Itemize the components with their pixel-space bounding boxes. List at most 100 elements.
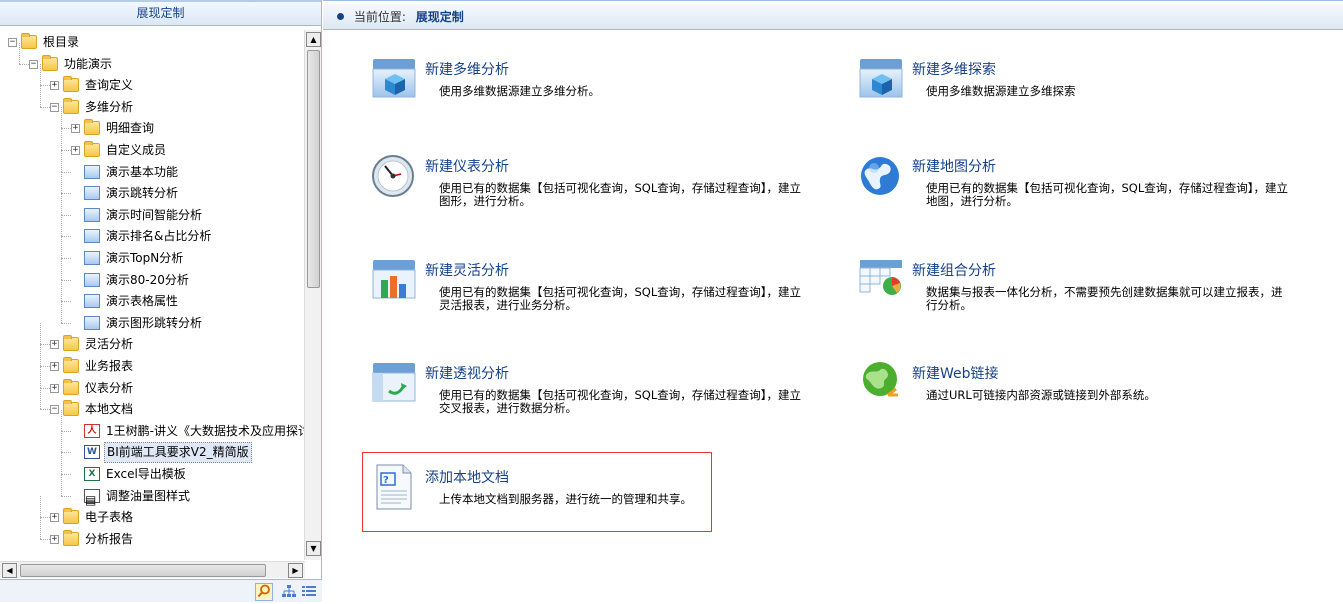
tree-node-label[interactable]: 演示时间智能分析: [104, 205, 204, 226]
tree-node-label[interactable]: 查询定义: [83, 75, 135, 96]
new-web-link-title-link[interactable]: 新建Web链接: [912, 363, 999, 383]
new-map-title-link[interactable]: 新建地图分析: [912, 156, 996, 176]
tree-structure-icon[interactable]: [280, 583, 298, 601]
pivot-icon[interactable]: [371, 359, 419, 407]
scroll-right-arrow-icon[interactable]: ▶: [288, 563, 303, 578]
tree-horizontal-scrollbar[interactable]: ◀ ▶: [0, 561, 305, 578]
tree-node[interactable]: 演示表格属性: [0, 280, 305, 312]
new-pivot-card[interactable]: 新建透视分析 使用已有的数据集【包括可视化查询，SQL查询，存储过程查询】，建立交…: [371, 359, 831, 439]
new-map-card[interactable]: 新建地图分析 使用已有的数据集【包括可视化查询，SQL查询，存储过程查询】，建立地…: [858, 152, 1318, 232]
tree-node[interactable]: − 根目录: [0, 32, 305, 53]
new-combo-card[interactable]: 新建组合分析 数据集与报表一体化分析，不需要预先创建数据集就可以建立报表，进行分析…: [858, 256, 1318, 336]
tree-node-label[interactable]: 自定义成员: [104, 140, 168, 161]
tree-node-label[interactable]: 业务报表: [83, 356, 135, 377]
expand-icon[interactable]: +: [50, 534, 59, 544]
scroll-up-arrow-icon[interactable]: ▲: [306, 32, 321, 47]
tree-node[interactable]: X Excel导出模板: [0, 453, 305, 485]
expand-icon[interactable]: +: [50, 513, 59, 523]
tree-node[interactable]: W BI前端工具要求V2_精简版: [0, 431, 305, 464]
new-flex-title-link[interactable]: 新建灵活分析: [425, 260, 509, 280]
new-flex-card[interactable]: 新建灵活分析 使用已有的数据集【包括可视化查询，SQL查询，存储过程查询】，建立灵…: [371, 256, 831, 336]
table-chart-icon[interactable]: [858, 256, 906, 304]
tree-node[interactable]: + 分析报告: [0, 517, 305, 550]
tree-node-label[interactable]: 根目录: [41, 32, 81, 53]
list-view-icon[interactable]: [300, 583, 318, 601]
collapse-icon[interactable]: −: [8, 38, 17, 47]
tree-node[interactable]: + 业务报表: [0, 345, 305, 377]
tree-node-label[interactable]: 演示图形跳转分析: [104, 313, 204, 334]
tree-node[interactable]: 演示基本功能: [0, 150, 305, 183]
tree-node[interactable]: − 功能演示: [0, 42, 305, 75]
expand-icon[interactable]: +: [71, 124, 80, 134]
expand-icon[interactable]: +: [50, 383, 59, 393]
tree-node[interactable]: + 明细查询: [0, 107, 305, 139]
new-gauge-card[interactable]: 新建仪表分析 使用已有的数据集【包括可视化查询，SQL查询，存储过程查询】，建立图…: [371, 152, 831, 232]
cube-icon[interactable]: [371, 55, 419, 103]
cube-icon[interactable]: [858, 55, 906, 103]
tree-node[interactable]: 演示图形跳转分析: [0, 301, 305, 334]
resource-tree[interactable]: − 根目录 − 功能演示 + 查询定义 − 多维分析 + 明细查询 + 自定义成员 演示基本功能 演示跳转…: [0, 30, 322, 560]
tree-node[interactable]: 演示跳转分析: [0, 172, 305, 204]
expand-icon[interactable]: +: [50, 340, 59, 350]
tree-node-label[interactable]: 演示TopN分析: [104, 248, 185, 269]
tree-node[interactable]: + 电子表格: [0, 496, 305, 528]
tree-node-label[interactable]: 仪表分析: [83, 378, 135, 399]
tree-node[interactable]: − 多维分析: [0, 85, 305, 118]
tree-node[interactable]: 演示时间智能分析: [0, 193, 305, 226]
tree-node-label[interactable]: 演示80-20分析: [104, 270, 191, 291]
scroll-thumb[interactable]: [307, 50, 320, 288]
collapse-icon[interactable]: −: [29, 59, 38, 69]
tree-node[interactable]: − 本地文档: [0, 388, 305, 420]
collapse-icon[interactable]: −: [50, 102, 59, 112]
new-olap-explore-card[interactable]: 新建多维探索 使用多维数据源建立多维探索: [858, 55, 1318, 135]
web-globe-icon[interactable]: [858, 359, 906, 407]
tree-node-label[interactable]: 电子表格: [83, 507, 135, 528]
scroll-down-arrow-icon[interactable]: ▼: [306, 541, 321, 556]
new-web-link-card[interactable]: 新建Web链接 通过URL可链接内部资源或链接到外部系统。: [858, 359, 1318, 439]
tree-node-label[interactable]: 灵活分析: [83, 334, 135, 355]
new-olap-title-link[interactable]: 新建多维分析: [425, 59, 509, 79]
tree-node[interactable]: 演示80-20分析: [0, 258, 305, 291]
tree-node[interactable]: 演示排名&占比分析: [0, 215, 305, 247]
globe-icon[interactable]: [858, 152, 906, 200]
tree-node-label[interactable]: 演示跳转分析: [104, 183, 180, 204]
new-gauge-title-link[interactable]: 新建仪表分析: [425, 156, 509, 176]
tree-node-label[interactable]: 演示表格属性: [104, 291, 180, 312]
tree-node[interactable]: + 查询定义: [0, 64, 305, 96]
tree-node-label[interactable]: 分析报告: [83, 529, 135, 550]
tree-node[interactable]: + 灵活分析: [0, 323, 305, 355]
new-combo-title-link[interactable]: 新建组合分析: [912, 260, 996, 280]
collapse-icon[interactable]: −: [50, 405, 59, 415]
expand-icon[interactable]: +: [50, 362, 59, 371]
tree-node[interactable]: ▤ 调整油量图样式: [0, 474, 305, 507]
new-pivot-title-link[interactable]: 新建透视分析: [425, 363, 509, 383]
tree-node-label[interactable]: 功能演示: [62, 54, 114, 75]
tree-node-label[interactable]: BI前端工具要求V2_精简版: [104, 442, 252, 464]
tree-node-label[interactable]: 1王树鹏-讲义《大数据技术及应用探讨: [104, 421, 312, 442]
bar-chart-icon[interactable]: [371, 256, 419, 304]
new-olap-explore-title-link[interactable]: 新建多维探索: [912, 59, 996, 79]
new-olap-card[interactable]: 新建多维分析 使用多维数据源建立多维分析。: [371, 55, 831, 135]
tree-node-label[interactable]: 多维分析: [83, 97, 135, 118]
tree-node-label[interactable]: 演示基本功能: [104, 162, 180, 183]
tree-node-label[interactable]: 演示排名&占比分析: [104, 226, 213, 247]
search-icon[interactable]: [255, 583, 273, 601]
gauge-icon[interactable]: [371, 152, 419, 200]
top-border: [323, 0, 1343, 3]
tree-node-label[interactable]: 调整油量图样式: [104, 486, 192, 507]
selection-highlight-box: [362, 452, 712, 532]
expand-icon[interactable]: +: [71, 146, 80, 155]
tree-vertical-scrollbar[interactable]: ▲ ▼: [304, 30, 321, 560]
scroll-thumb-horizontal[interactable]: [20, 564, 266, 577]
breadcrumb-current[interactable]: 展现定制: [416, 10, 464, 24]
tree-node[interactable]: + 仪表分析: [0, 366, 305, 399]
tree-node-label[interactable]: Excel导出模板: [104, 464, 188, 485]
expand-icon[interactable]: +: [50, 81, 59, 91]
tree-node[interactable]: 演示TopN分析: [0, 237, 305, 269]
tree-node-label[interactable]: 本地文档: [83, 399, 135, 420]
scroll-left-arrow-icon[interactable]: ◀: [2, 563, 17, 578]
tree-node[interactable]: 人 1王树鹏-讲义《大数据技术及应用探讨: [0, 409, 310, 442]
tree-connector: [40, 345, 41, 366]
tree-node-label[interactable]: 明细查询: [104, 118, 156, 139]
tree-node[interactable]: + 自定义成员: [0, 129, 305, 161]
